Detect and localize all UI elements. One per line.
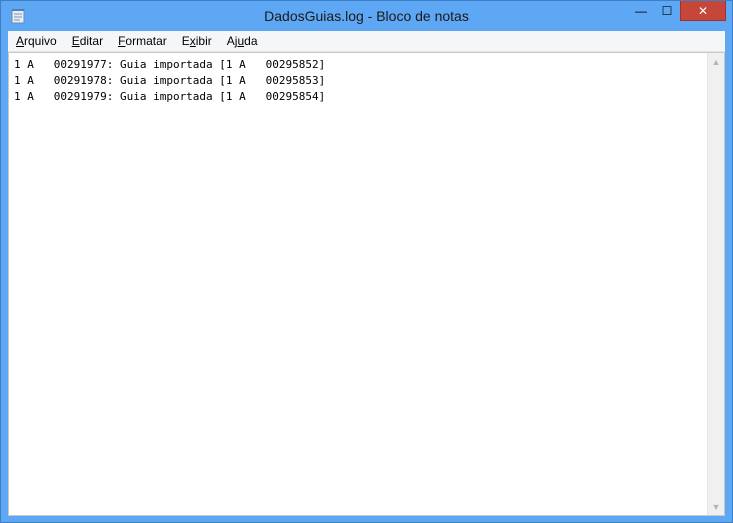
menu-formatar[interactable]: Formatar (110, 31, 174, 51)
notepad-window: DadosGuias.log - Bloco de notas — ☐ ✕ Ar… (0, 0, 733, 523)
chevron-down-icon: ▼ (711, 501, 721, 512)
scroll-down-button[interactable]: ▼ (708, 498, 724, 515)
text-editor[interactable]: 1 A 00291977: Guia importada [1 A 002958… (8, 52, 725, 516)
menu-ajuda[interactable]: Ajuda (219, 31, 265, 51)
vertical-scrollbar[interactable]: ▲ ▼ (707, 53, 724, 515)
minimize-icon: — (635, 4, 647, 18)
scroll-up-button[interactable]: ▲ (708, 53, 724, 70)
text-line: 1 A 00291977: Guia importada [1 A 002958… (14, 58, 326, 71)
menu-exibir[interactable]: Exibir (174, 31, 219, 51)
close-button[interactable]: ✕ (680, 1, 726, 21)
chevron-up-icon: ▲ (711, 56, 721, 67)
menu-bar: Arquivo Editar Formatar Exibir Ajuda (8, 31, 725, 52)
text-line: 1 A 00291979: Guia importada [1 A 002958… (14, 90, 326, 103)
menu-arquivo[interactable]: Arquivo (8, 31, 64, 51)
menu-editar[interactable]: Editar (64, 31, 110, 51)
maximize-button[interactable]: ☐ (654, 1, 680, 21)
maximize-icon: ☐ (661, 4, 673, 18)
title-bar[interactable]: DadosGuias.log - Bloco de notas — ☐ ✕ (1, 1, 732, 31)
text-line: 1 A 00291978: Guia importada [1 A 002958… (14, 74, 326, 87)
minimize-button[interactable]: — (628, 1, 654, 21)
document-text[interactable]: 1 A 00291977: Guia importada [1 A 002958… (14, 57, 325, 105)
close-icon: ✕ (697, 3, 709, 18)
window-title: DadosGuias.log - Bloco de notas (264, 8, 469, 24)
